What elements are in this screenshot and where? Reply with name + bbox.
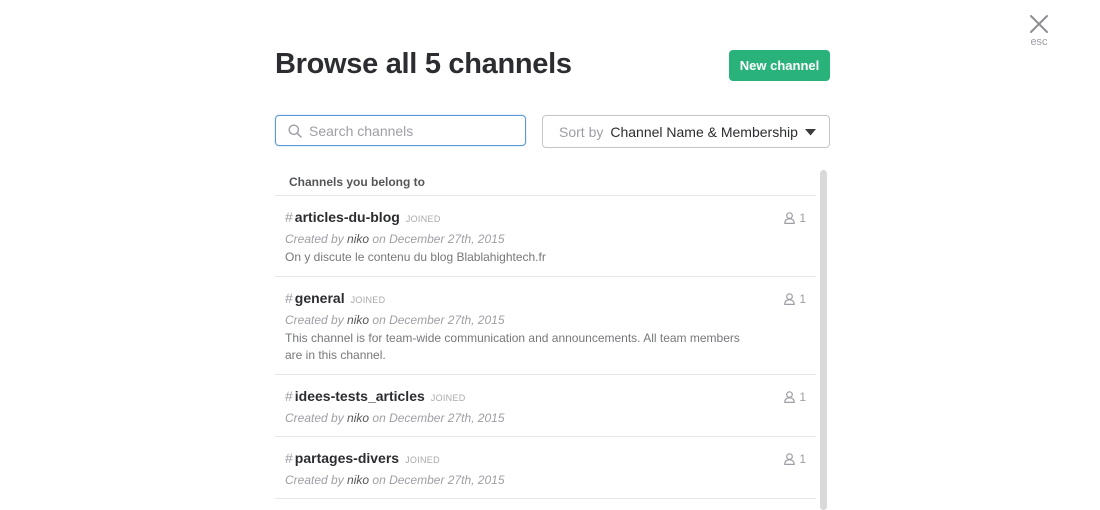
channel-row[interactable]: # articles-du-blog JOINED Created by niko … xyxy=(275,196,816,277)
channel-name[interactable]: partages-divers xyxy=(295,450,399,466)
close-button[interactable]: esc xyxy=(1024,14,1054,48)
channel-created: Created by niko on December 27th, 2015 xyxy=(285,313,505,327)
channel-row[interactable]: # general JOINED Created by niko on Decemb… xyxy=(275,277,816,375)
hash-icon: # xyxy=(285,290,293,306)
user-icon xyxy=(784,391,796,403)
member-count: 1 xyxy=(784,292,806,306)
channel-creator: niko xyxy=(347,232,370,246)
hash-icon: # xyxy=(285,209,293,225)
joined-badge: JOINED xyxy=(350,295,386,305)
channel-name[interactable]: articles-du-blog xyxy=(295,209,400,225)
joined-badge: JOINED xyxy=(405,214,441,224)
user-icon xyxy=(784,212,796,224)
channel-description: This channel is for team-wide communicat… xyxy=(285,331,740,362)
channel-creator: niko xyxy=(347,411,370,425)
list-scrollbar[interactable] xyxy=(820,170,827,510)
close-icon xyxy=(1030,15,1048,33)
channel-row[interactable]: # idees-tests_articles JOINED Created by n… xyxy=(275,375,816,437)
sort-value: Channel Name & Membership xyxy=(610,123,798,140)
joined-badge: JOINED xyxy=(430,393,466,403)
caret-down-icon xyxy=(805,129,816,136)
channel-creator: niko xyxy=(347,313,370,327)
channel-list[interactable]: Channels you belong to # articles-du-blog… xyxy=(275,168,816,500)
hash-icon: # xyxy=(285,388,293,404)
search-icon xyxy=(288,124,302,138)
channel-created: Created by niko on December 27th, 2015 xyxy=(285,232,505,246)
channel-name[interactable]: idees-tests_articles xyxy=(295,388,425,404)
channel-created: Created by niko on December 27th, 2015 xyxy=(285,411,505,425)
channel-name[interactable]: general xyxy=(295,290,345,306)
search-box[interactable] xyxy=(275,115,526,146)
sort-select[interactable]: Sort by Channel Name & Membership xyxy=(542,115,830,148)
search-input[interactable] xyxy=(309,122,525,139)
section-header: Channels you belong to xyxy=(275,168,816,196)
close-label: esc xyxy=(1030,36,1048,48)
channel-creator: niko xyxy=(347,473,370,487)
channel-row[interactable]: # partages-divers JOINED Created by niko o… xyxy=(275,437,816,499)
hash-icon: # xyxy=(285,450,293,466)
member-count: 1 xyxy=(784,452,806,466)
member-count: 1 xyxy=(784,390,806,404)
member-count: 1 xyxy=(784,211,806,225)
user-icon xyxy=(784,293,796,305)
channel-created: Created by niko on December 27th, 2015 xyxy=(285,473,505,487)
user-icon xyxy=(784,453,796,465)
page-title: Browse all 5 channels xyxy=(275,48,572,80)
new-channel-button[interactable]: New channel xyxy=(729,50,830,81)
channel-description: On y discute le contenu du blog Blablahi… xyxy=(285,250,546,264)
sort-label: Sort by xyxy=(559,123,604,140)
joined-badge: JOINED xyxy=(405,455,440,465)
